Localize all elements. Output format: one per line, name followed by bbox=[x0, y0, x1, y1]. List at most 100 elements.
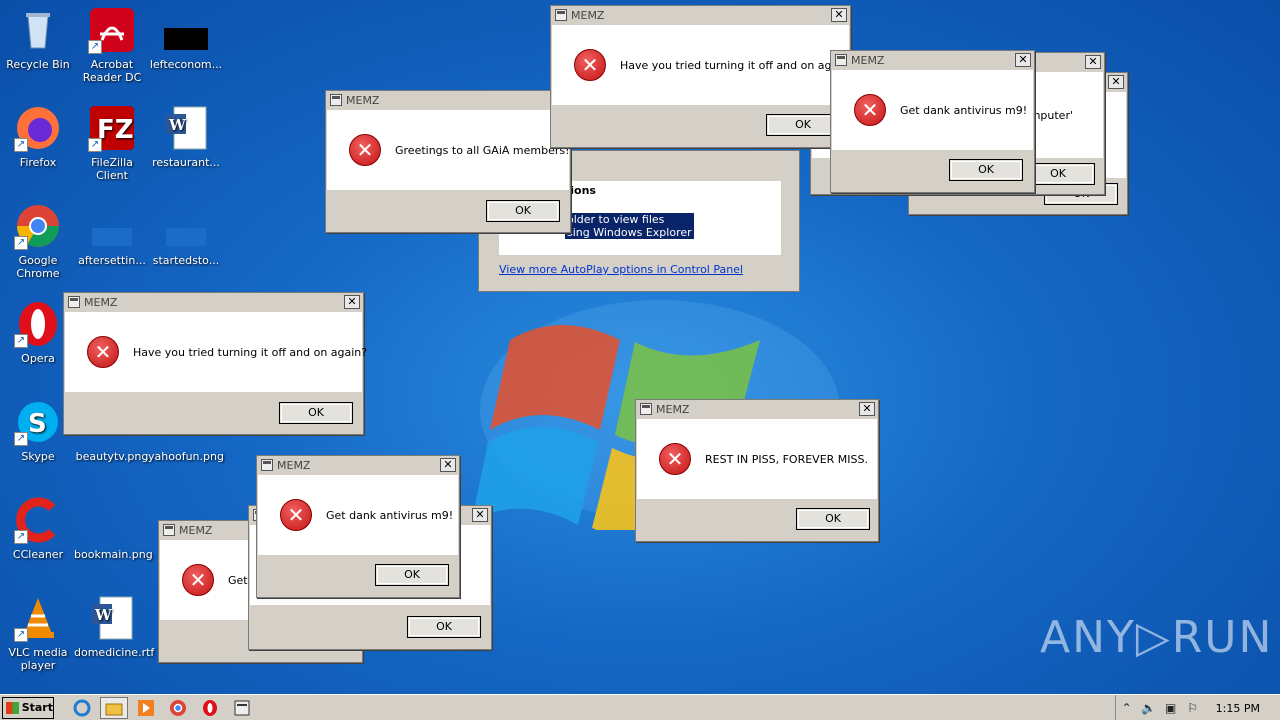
shortcut-arrow-icon: ↗ bbox=[14, 530, 28, 544]
opera-taskbar-icon[interactable] bbox=[196, 697, 224, 719]
shortcut-arrow-icon: ↗ bbox=[14, 628, 28, 642]
desktop-icon-ccleaner[interactable]: ↗ CCleaner bbox=[0, 496, 76, 561]
anyrun-watermark: ANY▷RUN bbox=[1040, 612, 1274, 663]
ok-button[interactable]: OK bbox=[949, 159, 1023, 181]
memz-window-icon bbox=[68, 296, 80, 308]
error-icon: ✕ bbox=[574, 49, 606, 81]
ok-button[interactable]: OK bbox=[796, 508, 870, 530]
media-player-taskbar-icon[interactable] bbox=[132, 697, 160, 719]
word-document-icon: W bbox=[162, 104, 210, 152]
acrobat-icon: ↗ bbox=[88, 6, 136, 54]
shortcut-arrow-icon: ↗ bbox=[14, 138, 28, 152]
skype-icon: S ↗ bbox=[14, 398, 62, 446]
taskbar: Start ⌃ 🔈 ▣ ⚐ 1:15 PM bbox=[0, 694, 1280, 720]
chrome-icon: ↗ bbox=[14, 202, 62, 250]
svg-text:FZ: FZ bbox=[97, 115, 134, 145]
desktop-icon-bookmain[interactable]: bookmain.png bbox=[74, 496, 153, 561]
close-button[interactable]: ✕ bbox=[440, 458, 456, 472]
desktop-icon-startedsto[interactable]: startedsto... bbox=[148, 202, 224, 267]
desktop-icon-recycle-bin[interactable]: Recycle Bin bbox=[0, 6, 76, 71]
error-icon: ✕ bbox=[87, 336, 119, 368]
memz-dialog-antivirus-front[interactable]: MEMZ ✕ ✕ Get dank antivirus m9! OK bbox=[256, 455, 460, 598]
ok-button[interactable]: OK bbox=[486, 200, 560, 222]
close-button[interactable]: ✕ bbox=[1085, 55, 1101, 69]
shortcut-arrow-icon: ↗ bbox=[88, 138, 102, 152]
system-tray: ⌃ 🔈 ▣ ⚐ 1:15 PM bbox=[1114, 695, 1280, 720]
ok-button[interactable]: OK bbox=[375, 564, 449, 586]
desktop-icon-filezilla[interactable]: FZ ↗ FileZilla Client bbox=[74, 104, 150, 182]
ok-button[interactable]: OK bbox=[279, 402, 353, 424]
explorer-taskbar-icon[interactable] bbox=[100, 696, 128, 719]
error-icon: ✕ bbox=[280, 499, 312, 531]
recycle-bin-icon bbox=[14, 6, 62, 54]
memz-window-icon bbox=[640, 403, 652, 415]
error-icon: ✕ bbox=[854, 94, 886, 126]
memz-window-icon bbox=[555, 9, 567, 21]
close-button[interactable]: ✕ bbox=[1108, 75, 1124, 89]
close-button[interactable]: ✕ bbox=[344, 295, 360, 309]
memz-taskbar-icon[interactable] bbox=[228, 697, 256, 719]
shortcut-arrow-icon: ↗ bbox=[14, 334, 28, 348]
windows-flag-icon bbox=[6, 701, 19, 714]
ok-button[interactable]: OK bbox=[407, 616, 481, 638]
shortcut-arrow-icon: ↗ bbox=[88, 40, 102, 54]
close-button[interactable]: ✕ bbox=[1015, 53, 1031, 67]
memz-window-icon bbox=[835, 54, 847, 66]
memz-window-icon bbox=[261, 459, 273, 471]
dialog-message: Get dank antivirus m9! bbox=[326, 508, 454, 522]
opera-icon: ↗ bbox=[14, 300, 62, 348]
vlc-icon: ↗ bbox=[14, 594, 62, 642]
desktop-icon-acrobat[interactable]: ↗ Acrobat Reader DC bbox=[74, 6, 150, 84]
dialog-title: MEMZ bbox=[346, 93, 380, 107]
autoplay-option-open-folder[interactable]: older to view files sing Windows Explore… bbox=[565, 213, 694, 239]
dialog-message: Greetings to all GAiA members! bbox=[395, 143, 570, 157]
desktop-icon-restaurant[interactable]: W restaurant... bbox=[148, 104, 224, 169]
shortcut-arrow-icon: ↗ bbox=[14, 236, 28, 250]
ccleaner-icon: ↗ bbox=[14, 496, 62, 544]
svg-text:S: S bbox=[28, 409, 47, 439]
memz-dialog-rest[interactable]: MEMZ ✕ ✕ REST IN PISS, FOREVER MISS. OK bbox=[635, 399, 879, 542]
desktop-icon-domedicine[interactable]: W domedicine.rtf bbox=[74, 594, 154, 659]
file-thumbnail-icon bbox=[162, 6, 210, 54]
dialog-message: REST IN PISS, FOREVER MISS. bbox=[705, 452, 868, 466]
desktop-icon-firefox[interactable]: ↗ Firefox bbox=[0, 104, 76, 169]
ok-button[interactable]: OK bbox=[766, 114, 840, 136]
blank-file-icon bbox=[88, 202, 136, 250]
memz-dialog-turn-off-left[interactable]: MEMZ ✕ ✕ Have you tried turning it off a… bbox=[63, 292, 368, 435]
desktop-icon-chrome[interactable]: ↗ Google Chrome bbox=[0, 202, 76, 280]
error-icon: ✕ bbox=[182, 564, 214, 596]
desktop-icon-lefteconom[interactable]: lefteconom... bbox=[148, 6, 224, 71]
dialog-title: MEMZ bbox=[179, 523, 213, 537]
error-icon: ✕ bbox=[349, 134, 381, 166]
memz-dialog-greetings[interactable]: MEMZ ✕ Greetings to all GAiA members! OK bbox=[325, 90, 571, 233]
error-icon: ✕ bbox=[659, 443, 691, 475]
dialog-message: Get dank antivirus m9! bbox=[900, 103, 1028, 117]
desktop-icon-vlc[interactable]: ↗ VLC media player bbox=[0, 594, 76, 672]
dialog-title: MEMZ bbox=[84, 295, 118, 309]
shortcut-arrow-icon: ↗ bbox=[14, 432, 28, 446]
action-center-flag-icon[interactable]: ⚐ bbox=[1182, 701, 1204, 715]
svg-text:W: W bbox=[168, 116, 187, 134]
dialog-title: MEMZ bbox=[656, 402, 690, 416]
show-hidden-icons-icon[interactable]: ⌃ bbox=[1116, 701, 1138, 715]
desktop-icon-aftersettin[interactable]: aftersettin... bbox=[74, 202, 150, 267]
memz-dialog-antivirus-right[interactable]: MEMZ ✕ ✕ Get dank antivirus m9! OK bbox=[830, 50, 1035, 193]
dialog-title: MEMZ bbox=[571, 8, 605, 22]
network-icon[interactable]: ▣ bbox=[1160, 701, 1182, 715]
clock[interactable]: 1:15 PM bbox=[1216, 702, 1260, 715]
dialog-message: Have you tried turning it off and on aga… bbox=[133, 345, 368, 359]
close-button[interactable]: ✕ bbox=[859, 402, 875, 416]
close-button[interactable]: ✕ bbox=[472, 508, 488, 522]
memz-dialog-turn-off-top[interactable]: MEMZ ✕ ✕ Have you tried turning it off a… bbox=[550, 5, 855, 148]
memz-window-icon bbox=[163, 524, 175, 536]
memz-window-icon bbox=[330, 94, 342, 106]
close-button[interactable]: ✕ bbox=[831, 8, 847, 22]
filezilla-icon: FZ ↗ bbox=[88, 104, 136, 152]
ie-taskbar-icon[interactable] bbox=[68, 697, 96, 719]
start-button[interactable]: Start bbox=[2, 696, 54, 719]
chrome-taskbar-icon[interactable] bbox=[164, 697, 192, 719]
dialog-message: Have you tried turning it off and on aga… bbox=[620, 58, 855, 72]
autoplay-control-panel-link[interactable]: View more AutoPlay options in Control Pa… bbox=[499, 263, 743, 276]
dialog-title: MEMZ bbox=[851, 53, 885, 67]
volume-icon[interactable]: 🔈 bbox=[1138, 701, 1160, 715]
